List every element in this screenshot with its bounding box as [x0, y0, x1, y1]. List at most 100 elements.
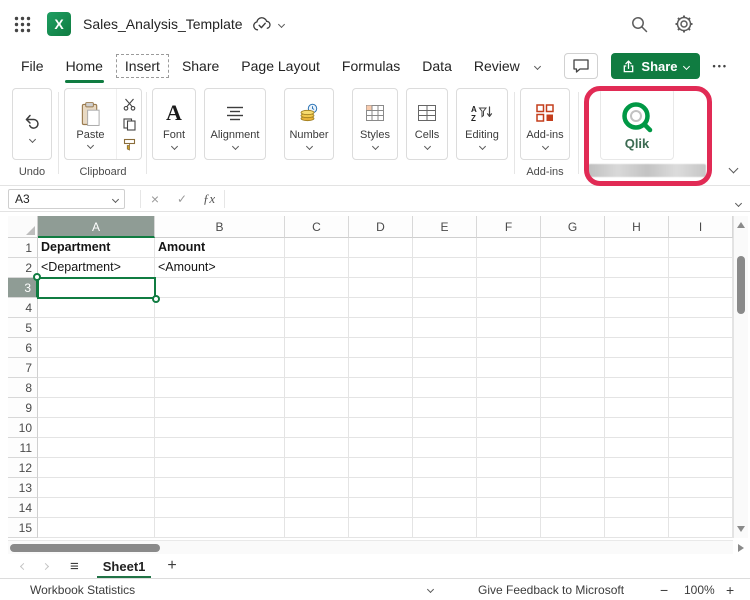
cell-H12[interactable] — [605, 458, 669, 478]
copy-button[interactable] — [119, 116, 139, 133]
cell-G13[interactable] — [541, 478, 605, 498]
column-header-E[interactable]: E — [413, 216, 477, 238]
cell-D3[interactable] — [349, 278, 413, 298]
cell-F1[interactable] — [477, 238, 541, 258]
cell-G6[interactable] — [541, 338, 605, 358]
more-options-button[interactable]: ••• — [713, 61, 728, 71]
row-header-5[interactable]: 5 — [8, 318, 38, 338]
cell-C9[interactable] — [285, 398, 349, 418]
all-sheets-menu-button[interactable]: ≡ — [70, 558, 79, 575]
cell-G9[interactable] — [541, 398, 605, 418]
settings-button[interactable] — [674, 14, 694, 34]
scroll-up-arrow[interactable] — [737, 222, 745, 228]
cell-C3[interactable] — [285, 278, 349, 298]
cell-H9[interactable] — [605, 398, 669, 418]
cell-H8[interactable] — [605, 378, 669, 398]
status-bar-chevron[interactable] — [428, 579, 433, 600]
ribbon-collapse-button[interactable] — [730, 160, 737, 175]
qlik-addin-button[interactable]: Qlik — [600, 88, 674, 160]
row-header-12[interactable]: 12 — [8, 458, 38, 478]
cell-H7[interactable] — [605, 358, 669, 378]
cell-C13[interactable] — [285, 478, 349, 498]
scroll-down-arrow[interactable] — [737, 526, 745, 532]
column-header-C[interactable]: C — [285, 216, 349, 238]
cell-F7[interactable] — [477, 358, 541, 378]
zoom-in-button[interactable]: + — [726, 579, 734, 600]
cell-D10[interactable] — [349, 418, 413, 438]
cell-B14[interactable] — [155, 498, 285, 518]
cell-C7[interactable] — [285, 358, 349, 378]
sheet-tab-sheet1[interactable]: Sheet1 — [95, 556, 154, 577]
cell-C14[interactable] — [285, 498, 349, 518]
cell-F15[interactable] — [477, 518, 541, 538]
cell-E2[interactable] — [413, 258, 477, 278]
share-button[interactable]: Share — [611, 53, 699, 79]
cell-I11[interactable] — [669, 438, 733, 458]
cell-B12[interactable] — [155, 458, 285, 478]
cell-B2[interactable]: <Amount> — [155, 258, 285, 278]
cell-H14[interactable] — [605, 498, 669, 518]
cell-G10[interactable] — [541, 418, 605, 438]
alignment-menu-button[interactable]: Alignment — [204, 88, 266, 160]
cell-B3[interactable] — [155, 278, 285, 298]
select-all-corner[interactable] — [8, 216, 38, 238]
cell-D4[interactable] — [349, 298, 413, 318]
cell-A14[interactable] — [38, 498, 155, 518]
menu-file[interactable]: File — [10, 52, 55, 80]
cell-I7[interactable] — [669, 358, 733, 378]
selection-handle-bottom-right[interactable] — [152, 295, 160, 303]
cell-F14[interactable] — [477, 498, 541, 518]
cell-E12[interactable] — [413, 458, 477, 478]
cell-C8[interactable] — [285, 378, 349, 398]
cell-A2[interactable]: <Department> — [38, 258, 155, 278]
format-painter-button[interactable] — [119, 136, 139, 153]
cell-D13[interactable] — [349, 478, 413, 498]
workbook-statistics-button[interactable]: Workbook Statistics — [30, 579, 135, 600]
cell-C4[interactable] — [285, 298, 349, 318]
row-header-15[interactable]: 15 — [8, 518, 38, 538]
undo-button[interactable] — [12, 88, 52, 160]
selection-handle-top-left[interactable] — [33, 273, 41, 281]
row-header-1[interactable]: 1 — [8, 238, 38, 258]
cell-E7[interactable] — [413, 358, 477, 378]
row-header-10[interactable]: 10 — [8, 418, 38, 438]
row-header-7[interactable]: 7 — [8, 358, 38, 378]
document-title[interactable]: Sales_Analysis_Template — [83, 16, 243, 32]
cell-D11[interactable] — [349, 438, 413, 458]
cell-D8[interactable] — [349, 378, 413, 398]
feedback-button[interactable]: Give Feedback to Microsoft — [478, 579, 624, 600]
cell-B10[interactable] — [155, 418, 285, 438]
search-button[interactable] — [630, 15, 648, 33]
cell-C11[interactable] — [285, 438, 349, 458]
number-menu-button[interactable]: Number — [284, 88, 334, 160]
row-header-13[interactable]: 13 — [8, 478, 38, 498]
cell-G8[interactable] — [541, 378, 605, 398]
cell-G14[interactable] — [541, 498, 605, 518]
cell-A11[interactable] — [38, 438, 155, 458]
cell-F12[interactable] — [477, 458, 541, 478]
add-sheet-button[interactable]: + — [167, 557, 176, 575]
cell-I1[interactable] — [669, 238, 733, 258]
cell-E13[interactable] — [413, 478, 477, 498]
cell-C2[interactable] — [285, 258, 349, 278]
name-box[interactable]: A3 — [8, 189, 125, 209]
horizontal-scrollbar[interactable] — [8, 540, 733, 554]
column-header-D[interactable]: D — [349, 216, 413, 238]
cell-E3[interactable] — [413, 278, 477, 298]
cell-F9[interactable] — [477, 398, 541, 418]
cell-F10[interactable] — [477, 418, 541, 438]
cell-A5[interactable] — [38, 318, 155, 338]
cell-D15[interactable] — [349, 518, 413, 538]
cell-D2[interactable] — [349, 258, 413, 278]
cell-H10[interactable] — [605, 418, 669, 438]
cells-menu-button[interactable]: Cells — [406, 88, 448, 160]
cell-G2[interactable] — [541, 258, 605, 278]
cell-B11[interactable] — [155, 438, 285, 458]
cell-E9[interactable] — [413, 398, 477, 418]
menu-review[interactable]: Review — [463, 52, 531, 80]
editing-menu-button[interactable]: A Z Editing — [456, 88, 508, 160]
cell-C12[interactable] — [285, 458, 349, 478]
confirm-entry-button[interactable]: ✓ — [171, 186, 193, 212]
cell-A4[interactable] — [38, 298, 155, 318]
cell-G7[interactable] — [541, 358, 605, 378]
